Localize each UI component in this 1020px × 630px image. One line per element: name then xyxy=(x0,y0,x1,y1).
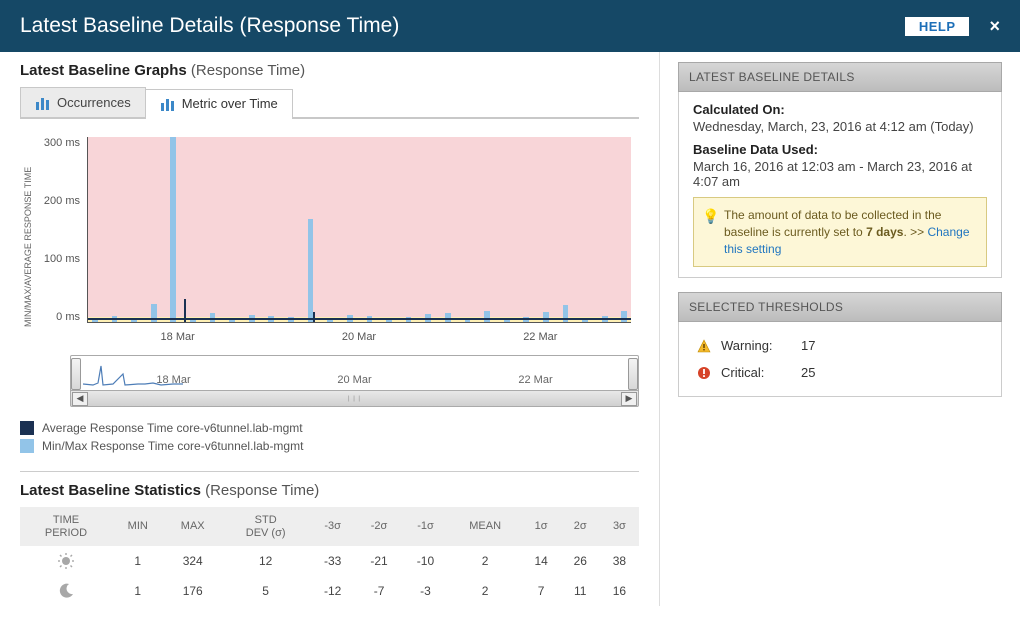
details-panel: LATEST BASELINE DETAILS Calculated On: W… xyxy=(678,62,1002,278)
stats-cell: -21 xyxy=(356,546,402,576)
critical-icon xyxy=(697,366,711,380)
dialog-header: Latest Baseline Details (Response Time) … xyxy=(0,0,1020,52)
stats-cell: 5 xyxy=(222,576,310,606)
close-icon[interactable]: × xyxy=(989,16,1000,37)
range-handle-right[interactable] xyxy=(628,358,638,390)
stats-cell: 1 xyxy=(112,546,164,576)
legend-swatch-avg xyxy=(20,421,34,435)
calc-on-value: Wednesday, March, 23, 2016 at 4:12 am (T… xyxy=(693,119,987,134)
stats-title: Latest Baseline Statistics (Response Tim… xyxy=(20,482,639,499)
warning-value: 17 xyxy=(801,338,815,353)
overview-ticks: 18 Mar 20 Mar 22 Mar xyxy=(83,374,626,386)
x-axis-ticks: 18 Mar 20 Mar 22 Mar xyxy=(87,327,631,349)
thresholds-panel: SELECTED THRESHOLDS Warning: 17 Critical… xyxy=(678,292,1002,397)
tab-occurrences-label: Occurrences xyxy=(57,95,131,110)
moon-icon xyxy=(20,576,112,606)
stats-table: TIMEPERIODMINMAXSTDDEV (σ)-3σ-2σ-1σMEAN1… xyxy=(20,507,639,606)
tab-occurrences[interactable]: Occurrences xyxy=(20,87,146,117)
chart-bar xyxy=(308,219,314,322)
graph-tabs: Occurrences Metric over Time xyxy=(20,87,639,119)
bar-chart-icon xyxy=(160,97,176,111)
legend-swatch-minmax xyxy=(20,439,34,453)
main-chart: MIN/MAX/AVERAGE RESPONSE TIME 300 ms 200… xyxy=(20,119,639,407)
graphs-title: Latest Baseline Graphs (Response Time) xyxy=(20,62,639,79)
legend-minmax-label: Min/Max Response Time core-v6tunnel.lab-… xyxy=(42,439,303,453)
stats-col-header: TIMEPERIOD xyxy=(20,507,112,546)
help-button[interactable]: HELP xyxy=(905,17,970,36)
stats-cell: 1 xyxy=(112,576,164,606)
stats-cell: 2 xyxy=(449,576,522,606)
chart-legend: Average Response Time core-v6tunnel.lab-… xyxy=(20,421,639,453)
y-axis-ticks: 300 ms 200 ms 100 ms 0 ms xyxy=(37,137,85,323)
stats-cell: -7 xyxy=(356,576,402,606)
chart-bar xyxy=(484,311,490,322)
stats-cell: 16 xyxy=(600,576,639,606)
stats-col-header: -3σ xyxy=(309,507,355,546)
range-handle-left[interactable] xyxy=(71,358,81,390)
stats-col-header: MAX xyxy=(164,507,222,546)
stats-col-header: 3σ xyxy=(600,507,639,546)
warning-label: Warning: xyxy=(721,338,791,353)
tab-metric-over-time[interactable]: Metric over Time xyxy=(145,89,293,119)
calc-on-label: Calculated On: xyxy=(693,102,987,117)
critical-value: 25 xyxy=(801,365,815,380)
stats-col-header: 2σ xyxy=(561,507,600,546)
stats-cell: 11 xyxy=(561,576,600,606)
critical-label: Critical: xyxy=(721,365,791,380)
stats-cell: 38 xyxy=(600,546,639,576)
bar-chart-icon xyxy=(35,96,51,110)
stats-cell: 2 xyxy=(449,546,522,576)
stats-col-header: MEAN xyxy=(449,507,522,546)
stats-cell: 324 xyxy=(164,546,222,576)
data-used-label: Baseline Data Used: xyxy=(693,142,987,157)
stats-cell: 176 xyxy=(164,576,222,606)
table-row: 11765-12-7-3271116 xyxy=(20,576,639,606)
scroll-left-icon[interactable]: ◀ xyxy=(72,392,88,406)
chart-bar xyxy=(92,320,98,322)
sun-icon xyxy=(20,546,112,576)
chart-bar xyxy=(190,320,196,322)
stats-cell: 14 xyxy=(522,546,561,576)
chart-bar xyxy=(170,137,176,322)
divider xyxy=(20,471,639,472)
lightbulb-icon: 💡 xyxy=(702,207,719,227)
y-axis-label: MIN/MAX/AVERAGE RESPONSE TIME xyxy=(20,129,37,349)
stats-col-header: -1σ xyxy=(402,507,448,546)
details-header: LATEST BASELINE DETAILS xyxy=(678,62,1002,92)
stats-col-header: STDDEV (σ) xyxy=(222,507,310,546)
dialog-title: Latest Baseline Details (Response Time) xyxy=(20,14,399,38)
legend-avg-label: Average Response Time core-v6tunnel.lab-… xyxy=(42,421,303,435)
stats-cell: -10 xyxy=(402,546,448,576)
warning-icon xyxy=(697,339,711,353)
stats-cell: 26 xyxy=(561,546,600,576)
avg-spike xyxy=(313,312,315,322)
stats-cell: -12 xyxy=(309,576,355,606)
table-row: 132412-33-21-102142638 xyxy=(20,546,639,576)
chart-bar xyxy=(621,311,627,322)
stats-cell: -33 xyxy=(309,546,355,576)
stats-col-header: 1σ xyxy=(522,507,561,546)
thresholds-header: SELECTED THRESHOLDS xyxy=(678,292,1002,322)
stats-cell: -3 xyxy=(402,576,448,606)
plot-area[interactable] xyxy=(87,137,631,323)
stats-col-header: -2σ xyxy=(356,507,402,546)
scroll-right-icon[interactable]: ▶ xyxy=(621,392,637,406)
avg-spike xyxy=(184,299,186,322)
info-callout: 💡 The amount of data to be collected in … xyxy=(693,197,987,267)
overview-strip[interactable]: 18 Mar 20 Mar 22 Mar ◀ | | | ▶ xyxy=(70,355,639,407)
overview-scrollbar[interactable]: ◀ | | | ▶ xyxy=(71,390,638,406)
chart-bar xyxy=(543,312,549,322)
stats-cell: 12 xyxy=(222,546,310,576)
data-used-value: March 16, 2016 at 12:03 am - March 23, 2… xyxy=(693,159,987,189)
stats-cell: 7 xyxy=(522,576,561,606)
avg-line xyxy=(88,318,631,320)
stats-col-header: MIN xyxy=(112,507,164,546)
tab-metric-label: Metric over Time xyxy=(182,96,278,111)
